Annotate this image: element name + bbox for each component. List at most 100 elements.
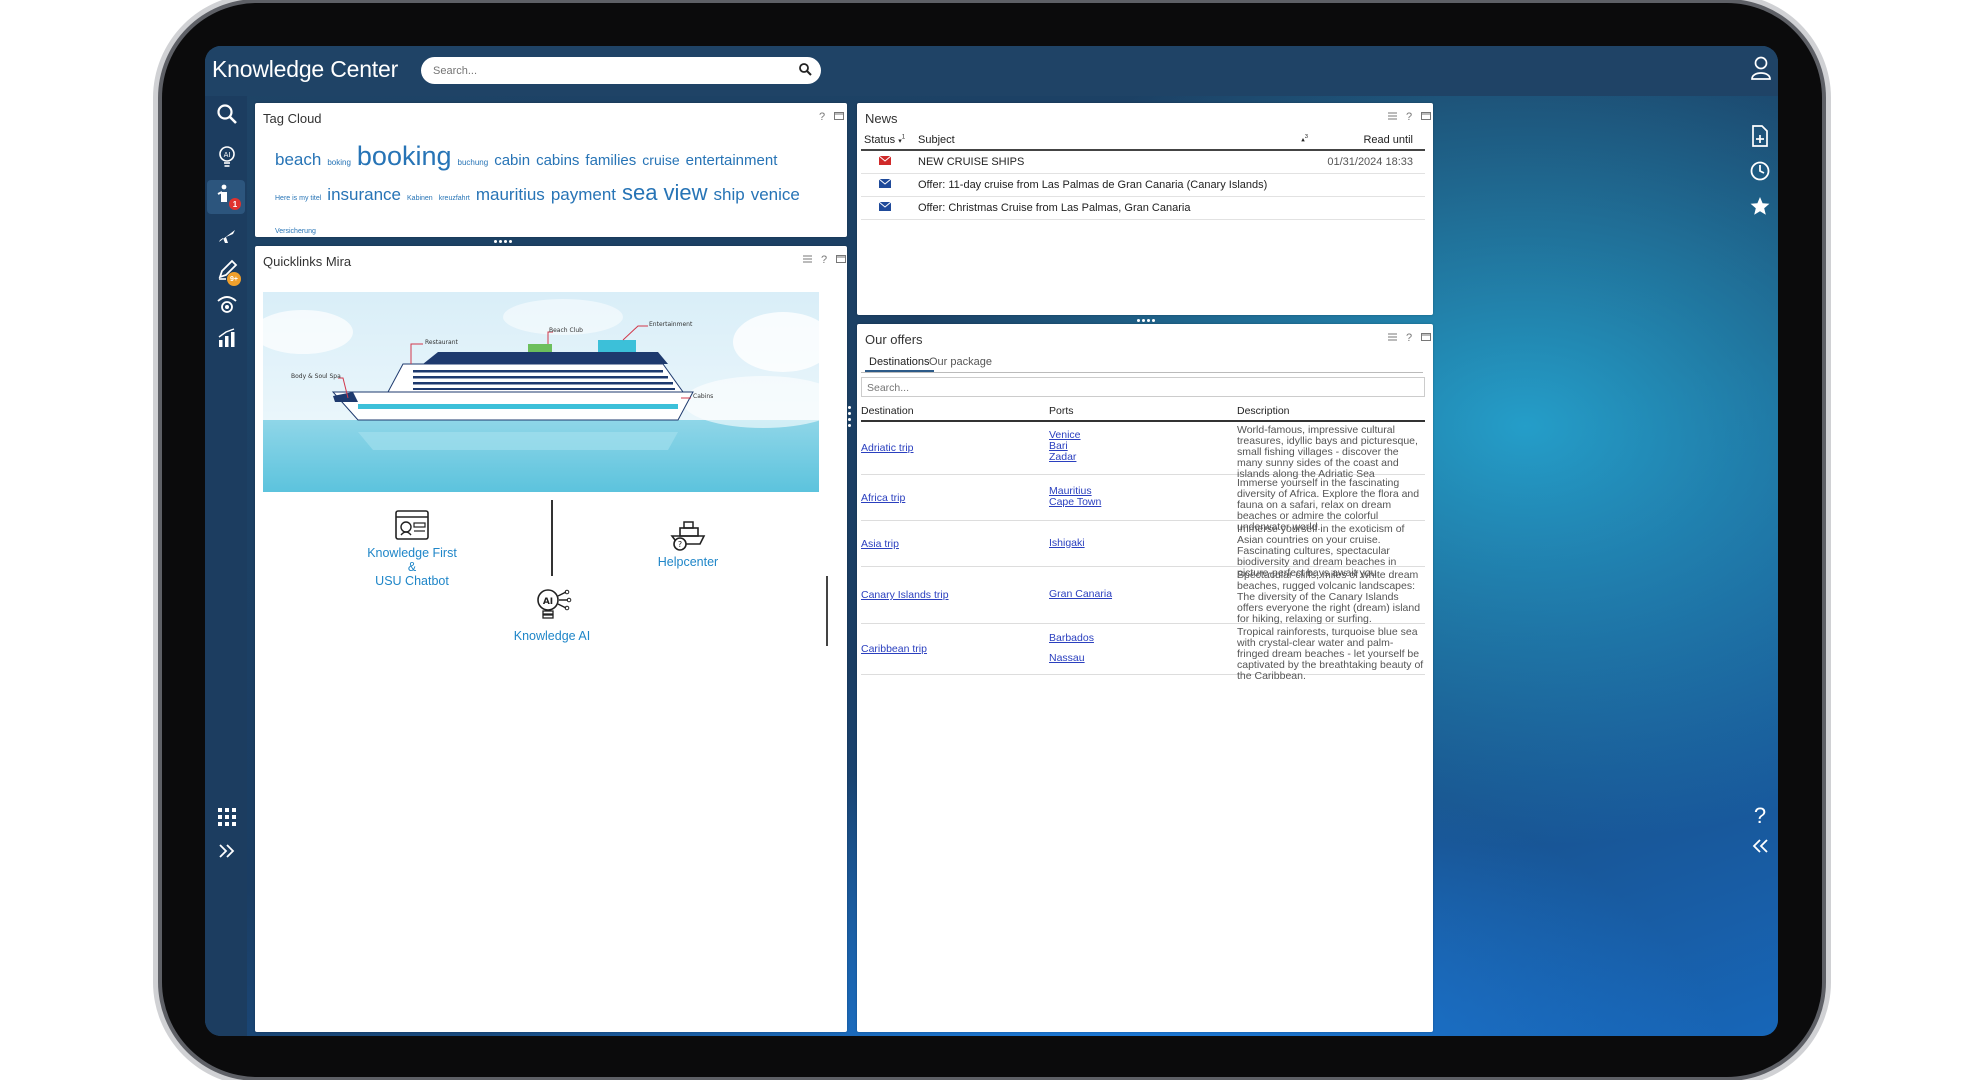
quicklink-helpcenter[interactable]: ? Helpcenter — [643, 518, 733, 569]
nav-tasks[interactable]: 9+ — [215, 259, 241, 286]
offers-tabs: Destinations Our package — [861, 354, 1423, 373]
quicklink-chatbot[interactable]: Knowledge First & USU Chatbot — [362, 509, 462, 588]
envelope-icon — [878, 201, 892, 214]
tag-item[interactable]: cabins — [536, 146, 579, 176]
resize-handle[interactable] — [1135, 319, 1157, 323]
table-row: Adriatic trip Venice Bari Zadar World-famous… — [861, 422, 1425, 480]
tag-item[interactable]: cruise — [642, 145, 679, 175]
helpcenter-ship-icon: ? — [668, 521, 708, 555]
port-link[interactable]: Nassau — [1049, 648, 1094, 668]
col-destination[interactable]: Destination — [861, 405, 914, 417]
divider — [551, 500, 553, 576]
port-link[interactable]: Cape Town — [1049, 496, 1101, 508]
right-nav-history[interactable] — [1746, 159, 1774, 187]
tag-item[interactable]: insurance — [327, 180, 401, 210]
tag-item[interactable]: venice — [751, 180, 800, 210]
right-nav-help[interactable]: ? — [1746, 802, 1774, 830]
news-row[interactable]: Offer: 11-day cruise from Las Palmas de … — [861, 173, 1425, 197]
menu-icon[interactable] — [1388, 111, 1397, 123]
user-icon[interactable] — [1750, 55, 1772, 86]
tag-item[interactable]: mauritius — [476, 180, 545, 210]
app-title: Knowledge Center — [212, 56, 399, 82]
destination-link[interactable]: Canary Islands trip — [861, 589, 949, 601]
maximize-icon[interactable] — [1421, 332, 1432, 344]
news-row[interactable]: NEW CRUISE SHIPS 01/31/2024 18:33 — [861, 150, 1425, 174]
help-icon[interactable]: ? — [1406, 111, 1412, 123]
tab-our-package[interactable]: Our package — [929, 356, 992, 368]
news-row[interactable]: Offer: Christmas Cruise from Las Palmas,… — [861, 196, 1425, 220]
maximize-icon[interactable] — [834, 111, 845, 123]
port-link[interactable]: Barbados — [1049, 628, 1094, 648]
destination-link[interactable]: Adriatic trip — [861, 442, 914, 454]
ports-cell: Venice Bari Zadar — [1049, 430, 1081, 463]
news-subject[interactable]: Offer: 11-day cruise from Las Palmas de … — [915, 173, 1311, 197]
offers-search-input[interactable] — [862, 380, 1412, 396]
destination-link[interactable]: Africa trip — [861, 492, 905, 504]
scrollbar[interactable] — [826, 576, 828, 646]
tag-item[interactable]: entertainment — [686, 146, 778, 176]
tag-item[interactable]: Kabinen — [407, 184, 433, 214]
tag-item[interactable]: boking — [327, 148, 351, 178]
ports-cell: Barbados Nassau — [1049, 628, 1094, 668]
nav-messages[interactable]: 1 — [207, 180, 245, 214]
tag-item[interactable]: booking — [357, 141, 452, 171]
right-nav-favorites[interactable] — [1746, 194, 1774, 222]
tag-item[interactable]: ship — [714, 180, 745, 210]
global-search[interactable] — [421, 57, 821, 84]
tag-item[interactable]: payment — [551, 180, 616, 210]
tag-item[interactable]: Here is my titel — [275, 184, 321, 214]
tag-item[interactable]: cabin — [494, 146, 530, 176]
news-subject[interactable]: Offer: Christmas Cruise from Las Palmas,… — [915, 196, 1311, 220]
tab-destinations[interactable]: Destinations — [865, 356, 934, 372]
right-nav-new-document[interactable] — [1746, 124, 1774, 152]
tag-item[interactable]: families — [585, 146, 636, 176]
nav-contact[interactable] — [215, 294, 239, 318]
tag-item[interactable]: view — [664, 178, 708, 208]
search-icon — [216, 103, 238, 130]
quicklinks-title: Quicklinks Mira — [263, 254, 352, 269]
quicklink-knowledge-ai[interactable]: AI Knowledge AI — [506, 586, 598, 643]
envelope-icon — [878, 178, 892, 191]
nav-ai[interactable]: AI — [215, 145, 239, 171]
menu-icon[interactable] — [1388, 332, 1397, 344]
maximize-icon[interactable] — [836, 254, 847, 266]
search-input[interactable] — [431, 61, 785, 81]
col-description[interactable]: Description — [1237, 405, 1290, 417]
nav-plane[interactable] — [215, 226, 239, 250]
tag-item[interactable]: sea — [622, 178, 657, 208]
nav-expand[interactable] — [215, 841, 239, 865]
col-subject[interactable]: Subject ▴3 — [915, 131, 1311, 151]
port-link[interactable]: Ishigaki — [1049, 537, 1085, 549]
svg-text:?: ? — [678, 540, 682, 549]
help-icon[interactable]: ? — [821, 254, 827, 266]
news-subject[interactable]: NEW CRUISE SHIPS — [915, 150, 1311, 174]
nav-search[interactable] — [215, 103, 239, 130]
port-link[interactable]: Mauritius — [1049, 485, 1101, 497]
nav-reports[interactable] — [215, 327, 239, 352]
nav-apps[interactable] — [215, 807, 239, 831]
port-link[interactable]: Zadar — [1049, 452, 1081, 463]
col-status[interactable]: Status ▾1 — [861, 131, 915, 151]
tag-item[interactable]: Versicherung — [275, 217, 316, 247]
tag-item[interactable]: buchung — [458, 148, 489, 178]
tag-item[interactable]: beach — [275, 145, 321, 175]
maximize-icon[interactable] — [1421, 111, 1432, 123]
menu-icon[interactable] — [803, 254, 812, 266]
cruise-ship-illustration[interactable]: Entertainment Beach Club Restaurant Body… — [263, 292, 819, 492]
right-nav-collapse[interactable] — [1746, 834, 1774, 862]
destination-link[interactable]: Caribbean trip — [861, 643, 927, 655]
quicklink-knowledge-ai-label: Knowledge AI — [513, 629, 591, 643]
offers-search[interactable] — [861, 377, 1425, 397]
port-link[interactable]: Gran Canaria — [1049, 589, 1112, 600]
help-icon[interactable]: ? — [1406, 332, 1412, 344]
destination-link[interactable]: Asia trip — [861, 538, 899, 550]
help-icon[interactable]: ? — [819, 111, 825, 123]
col-ports[interactable]: Ports — [1049, 405, 1074, 417]
resize-handle[interactable] — [492, 240, 514, 244]
col-read-until[interactable]: Read until — [1311, 131, 1425, 151]
table-row: Africa trip Mauritius Cape Town Immerse you… — [861, 475, 1425, 533]
search-icon[interactable] — [798, 62, 812, 81]
splitter-handle[interactable] — [848, 406, 851, 428]
tag-item[interactable]: kreuzfahrt — [439, 184, 470, 214]
news-table: Status ▾1 Subject ▴3 Read until NEW CRUIS… — [861, 131, 1425, 220]
